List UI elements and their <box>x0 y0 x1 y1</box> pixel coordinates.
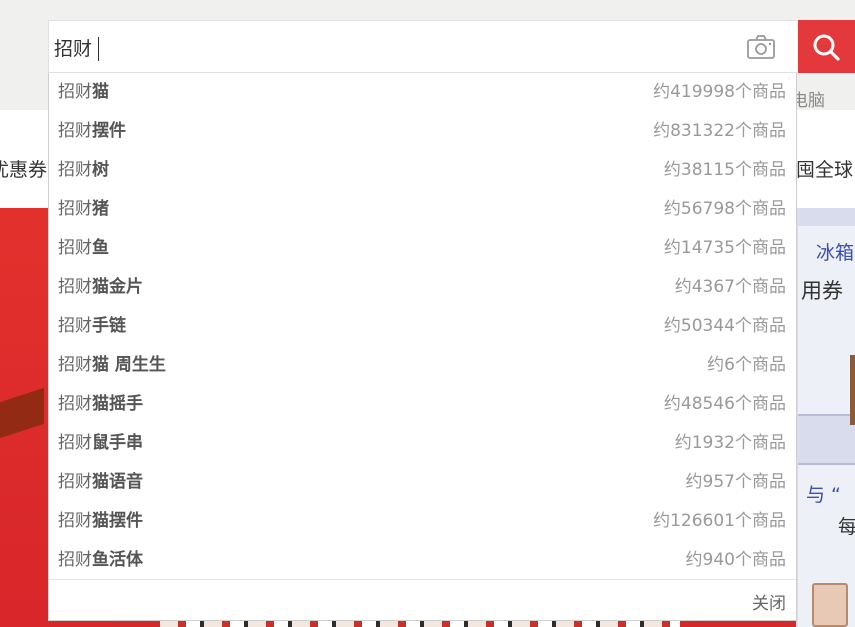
close-button[interactable]: 关闭 <box>752 589 786 614</box>
suggestion-completion: 摆件 <box>92 121 126 141</box>
suggestion-completion: 猫摇手 <box>92 394 143 414</box>
suggestion-query-prefix: 招财 <box>58 277 92 297</box>
suggestion-count: 约940个商品 <box>685 550 786 570</box>
suggestion-text: 招财鼠手串 <box>58 424 143 463</box>
suggestion-completion: 树 <box>92 160 109 180</box>
suggestion-count: 约48546个商品 <box>663 394 786 414</box>
suggestion-text: 招财鱼 <box>58 229 109 268</box>
suggestion-item[interactable]: 招财鼠手串 约1932个商品 <box>49 424 796 463</box>
promo-card-subtitle: 用券 <box>801 279 843 303</box>
suggestion-query-prefix: 招财 <box>58 472 92 492</box>
suggestion-completion: 猫摆件 <box>92 511 143 531</box>
suggestion-item[interactable]: 招财鱼 约14735个商品 <box>49 229 796 268</box>
suggestion-completion: 鼠手串 <box>92 433 143 453</box>
suggestion-item[interactable]: 招财猫金片 约4367个商品 <box>49 268 796 307</box>
suggestion-item[interactable]: 招财手链 约50344个商品 <box>49 307 796 346</box>
suggestion-query-prefix: 招财 <box>58 355 92 375</box>
coupon-link[interactable]: 优惠券 <box>0 155 47 182</box>
suggestion-count: 约50344个商品 <box>663 316 786 336</box>
suggestion-count: 约38115个商品 <box>663 160 786 180</box>
search-icon <box>813 34 840 61</box>
suggestion-completion: 鱼活体 <box>92 550 143 570</box>
suggestion-completion: 猫语音 <box>92 472 143 492</box>
suggestion-item[interactable]: 招财摆件 约831322个商品 <box>49 112 796 151</box>
suggestion-item[interactable]: 招财鱼活体 约940个商品 <box>49 541 796 580</box>
suggestion-completion: 猫 周生生 <box>92 355 166 375</box>
suggestion-item[interactable]: 招财猫 周生生 约6个商品 <box>49 346 796 385</box>
suggestion-item[interactable]: 招财猪 约56798个商品 <box>49 190 796 229</box>
suggestion-text: 招财猪 <box>58 190 109 229</box>
suggestion-query-prefix: 招财 <box>58 433 92 453</box>
suggestion-text: 招财猫摆件 <box>58 502 143 541</box>
suggestion-query-prefix: 招财 <box>58 316 92 336</box>
suggestion-item[interactable]: 招财猫摇手 约48546个商品 <box>49 385 796 424</box>
suggestion-completion: 猫金片 <box>92 277 143 297</box>
product-image <box>850 355 855 425</box>
dropdown-footer: 关闭 <box>49 579 796 620</box>
suggestion-count: 约4367个商品 <box>674 277 786 297</box>
suggestion-list: 招财猫 约419998个商品 招财摆件 约831322个商品 招财树 约38115个商品招… <box>49 73 796 580</box>
camera-icon[interactable] <box>746 34 776 60</box>
suggestion-count: 约419998个商品 <box>653 82 786 102</box>
text-caret <box>98 37 99 61</box>
search-button[interactable] <box>798 20 855 73</box>
suggestion-item[interactable]: 招财猫 约419998个商品 <box>49 73 796 112</box>
suggestion-text: 招财树 <box>58 151 109 190</box>
suggestion-query-prefix: 招财 <box>58 160 92 180</box>
suggestion-query-prefix: 招财 <box>58 238 92 258</box>
suggestion-completion: 猫 <box>92 82 109 102</box>
search-suggestions-dropdown: 招财猫 约419998个商品 招财摆件 约831322个商品 招财树 约38115个商品招… <box>48 73 797 621</box>
suggestion-count: 约1932个商品 <box>674 433 786 453</box>
promo-card-title: 冰箱 <box>816 242 855 264</box>
suggestion-count: 约6个商品 <box>707 355 786 375</box>
suggestion-text: 招财猫语音 <box>58 463 143 502</box>
suggestion-completion: 猪 <box>92 199 109 219</box>
suggestion-text: 招财手链 <box>58 307 126 346</box>
search-box <box>48 20 798 73</box>
promo-card-title: 与 “ <box>806 484 841 506</box>
suggestion-count: 约126601个商品 <box>653 511 786 531</box>
nav-link-global[interactable]: 囤全球 <box>796 155 853 182</box>
suggestion-text: 招财鱼活体 <box>58 541 143 580</box>
suggestion-query-prefix: 招财 <box>58 199 92 219</box>
suggestion-text: 招财猫摇手 <box>58 385 143 424</box>
suggestion-query-prefix: 招财 <box>58 82 92 102</box>
suggestion-query-prefix: 招财 <box>58 394 92 414</box>
suggestion-completion: 鱼 <box>92 238 109 258</box>
promo-card-subtitle: 每 <box>838 516 855 538</box>
suggestion-text: 招财猫 周生生 <box>58 346 166 385</box>
suggestion-text: 招财猫金片 <box>58 268 143 307</box>
suggestion-count: 约56798个商品 <box>663 199 786 219</box>
suggestion-text: 招财摆件 <box>58 112 126 151</box>
suggestion-query-prefix: 招财 <box>58 121 92 141</box>
search-input[interactable] <box>54 30 714 64</box>
suggestion-count: 约14735个商品 <box>663 238 786 258</box>
suggestion-count: 约831322个商品 <box>653 121 786 141</box>
bag-image <box>812 583 848 627</box>
suggestion-text: 招财猫 <box>58 73 109 112</box>
suggestion-count: 约957个商品 <box>685 472 786 492</box>
suggestion-item[interactable]: 招财猫语音 约957个商品 <box>49 463 796 502</box>
suggestion-item[interactable]: 招财树 约38115个商品 <box>49 151 796 190</box>
suggestion-item[interactable]: 招财猫摆件 约126601个商品 <box>49 502 796 541</box>
suggestion-query-prefix: 招财 <box>58 511 92 531</box>
suggestion-query-prefix: 招财 <box>58 550 92 570</box>
suggestion-completion: 手链 <box>92 316 126 336</box>
